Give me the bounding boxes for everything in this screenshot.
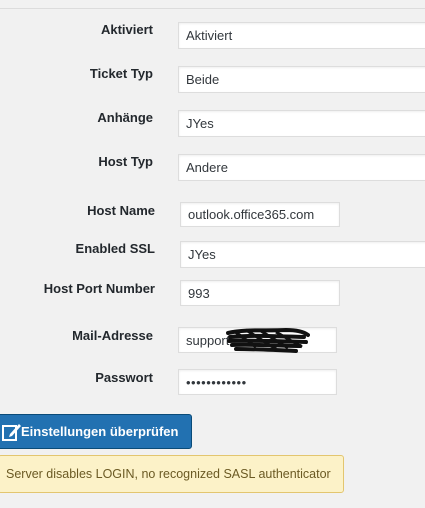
label-enabled-ssl: Enabled SSL (75, 241, 155, 256)
host-typ-select[interactable]: Andere (178, 154, 425, 181)
label-ticket-typ: Ticket Typ (89, 66, 153, 81)
redaction-scribble (226, 327, 310, 353)
label-passwort: Passwort (95, 370, 153, 385)
label-aktiviert: Aktiviert (100, 22, 153, 37)
enabled-ssl-select[interactable]: JYes (180, 241, 425, 268)
aktiviert-select[interactable]: Aktiviert (178, 22, 425, 49)
host-name-input[interactable]: outlook.office365.com (180, 202, 340, 227)
ticket-typ-select[interactable]: Beide (178, 66, 425, 93)
label-mail-adresse: Mail-Adresse (72, 328, 153, 343)
anhaenge-select[interactable]: JYes (178, 110, 425, 137)
top-divider (0, 8, 425, 9)
host-port-input[interactable]: 993 (180, 280, 340, 306)
label-host-port-number: Host Port Number (43, 281, 155, 296)
mail-adresse-value: support (186, 332, 230, 348)
passwort-input[interactable]: •••••••••••• (178, 369, 337, 395)
label-host-name: Host Name (87, 203, 155, 218)
check-settings-button[interactable]: Einstellungen überprüfen (0, 414, 192, 449)
label-anhaenge: Anhänge (97, 110, 153, 125)
check-settings-label: Einstellungen überprüfen (21, 424, 179, 439)
edit-icon (2, 423, 21, 441)
error-notice: Server disables LOGIN, no recognized SAS… (0, 455, 344, 493)
error-notice-text: Server disables LOGIN, no recognized SAS… (6, 467, 331, 481)
label-host-typ: Host Typ (98, 154, 153, 169)
